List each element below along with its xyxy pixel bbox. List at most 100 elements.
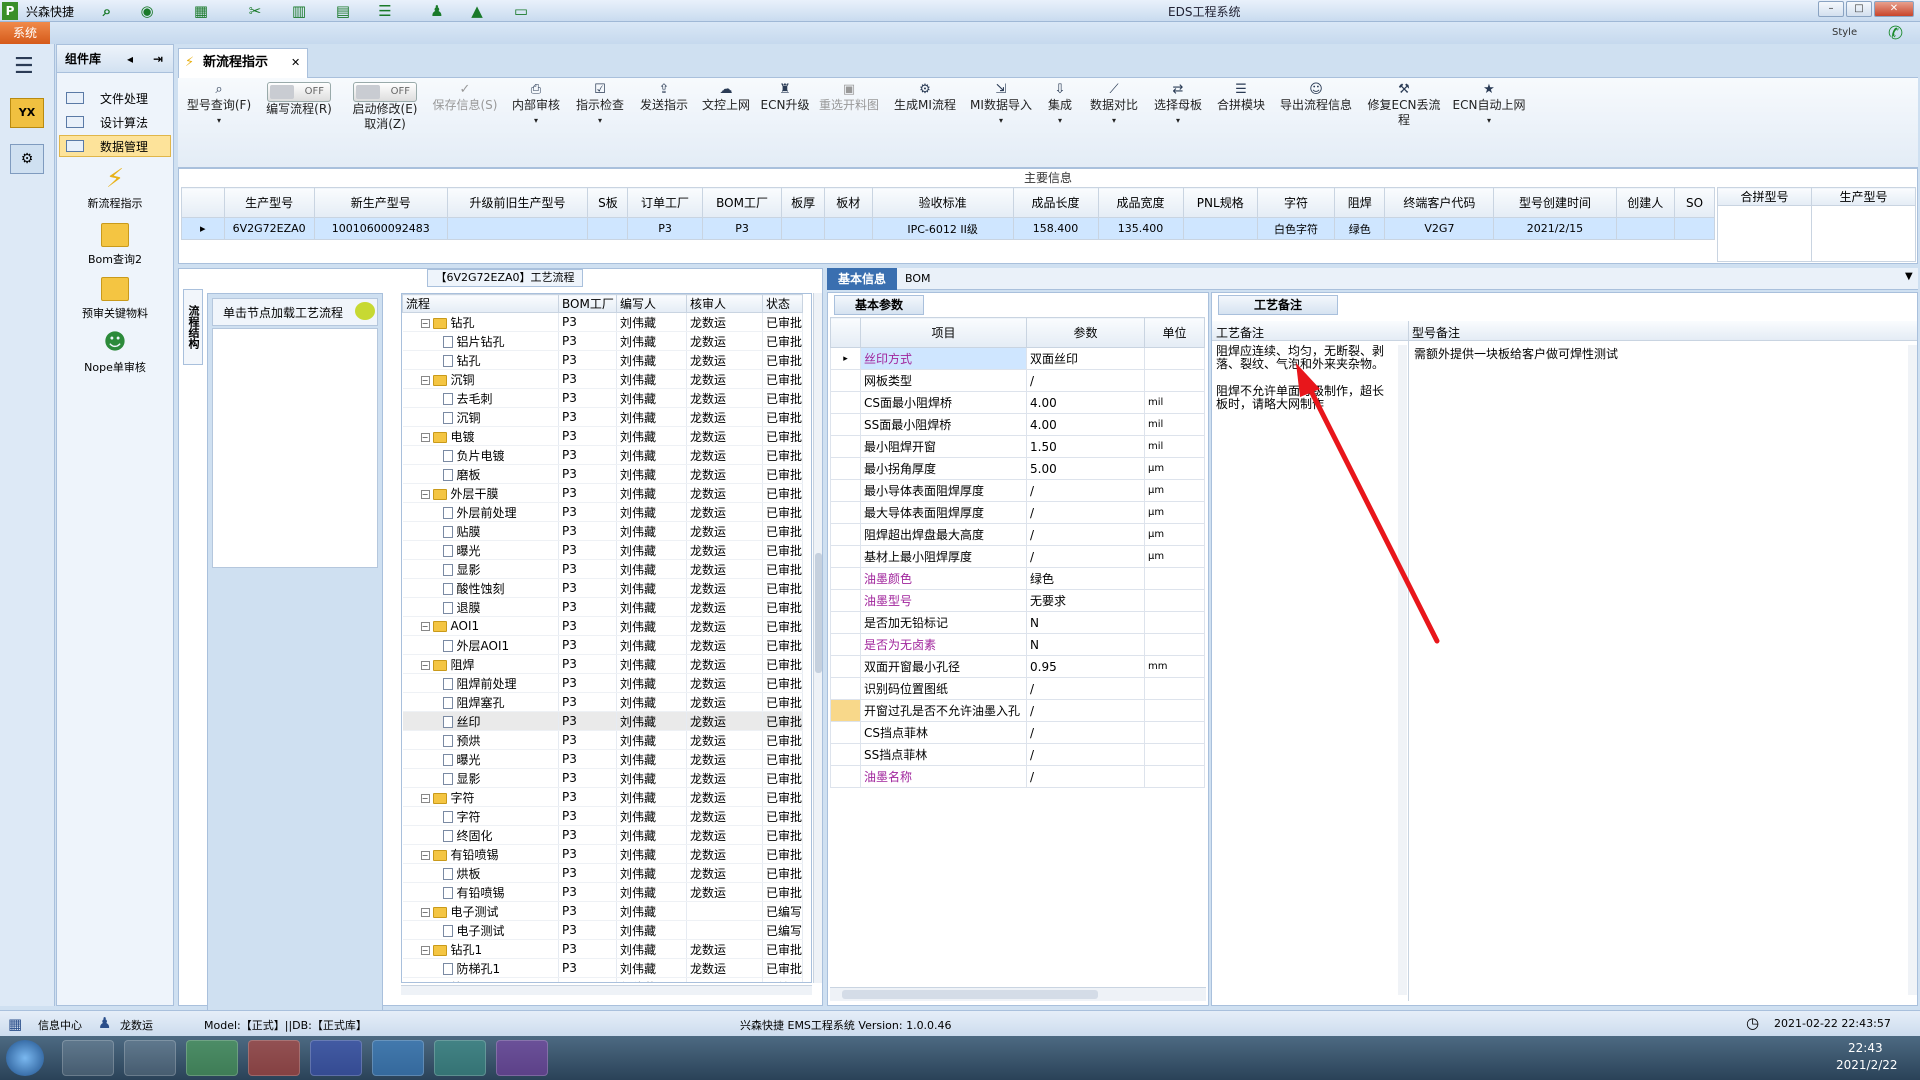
flow-tree-row[interactable]: 阻焊塞孔 P3 刘伟藏 龙数运 已审批 bbox=[402, 692, 803, 712]
flow-tree-row[interactable]: − 电子测试 P3 刘伟藏 已编写 bbox=[402, 901, 803, 921]
param-value[interactable]: / bbox=[1026, 721, 1145, 744]
reviewer-cell[interactable]: 龙数运 bbox=[686, 825, 763, 845]
bom-factory-cell[interactable]: P3 bbox=[558, 787, 617, 807]
bom-factory-cell[interactable]: P3 bbox=[558, 483, 617, 503]
param-value[interactable]: / bbox=[1026, 677, 1145, 700]
flow-tree-row[interactable]: 电子测试 P3 刘伟藏 已编写 bbox=[402, 920, 803, 940]
status-cell[interactable]: 已审批 bbox=[762, 502, 803, 522]
ecn-auto-online-button[interactable]: ★ ECN自动上网 ▾ bbox=[1450, 82, 1528, 128]
flow-name-cell[interactable]: 曝光 bbox=[402, 749, 559, 769]
save-info-button[interactable]: ✓ 保存信息(S) bbox=[430, 82, 500, 113]
status-cell[interactable]: 已审批 bbox=[762, 350, 803, 370]
param-row[interactable]: 网板类型 / bbox=[830, 369, 1205, 392]
status-cell[interactable]: 已审批 bbox=[762, 730, 803, 750]
param-value[interactable]: / bbox=[1026, 699, 1145, 722]
taskbar-x-app-icon[interactable] bbox=[496, 1040, 548, 1076]
flow-tree-row[interactable]: 阻焊前处理 P3 刘伟藏 龙数运 已审批 bbox=[402, 673, 803, 693]
param-row[interactable]: 最小阻焊开窗 1.50 mil bbox=[830, 435, 1205, 458]
user-icon[interactable]: ♟ bbox=[428, 2, 446, 20]
status-cell[interactable]: 已编写 bbox=[762, 920, 803, 940]
start-button-icon[interactable] bbox=[6, 1040, 44, 1076]
bom-factory-cell[interactable]: P3 bbox=[558, 312, 617, 332]
flow-name-cell[interactable]: 防梯孔1 bbox=[402, 958, 559, 978]
writer-cell[interactable]: 刘伟藏 bbox=[616, 825, 687, 845]
flow-tree-row[interactable]: − 外层干膜 P3 刘伟藏 龙数运 已审批 bbox=[402, 483, 803, 503]
param-row[interactable]: 最大导体表面阻焊厚度 / μm bbox=[830, 501, 1205, 524]
reviewer-cell[interactable]: 龙数运 bbox=[686, 939, 763, 959]
search-icon[interactable]: ⌕ bbox=[98, 2, 116, 20]
param-value[interactable]: N bbox=[1026, 633, 1145, 656]
param-row[interactable]: 油墨颜色 绿色 bbox=[830, 567, 1205, 590]
param-row[interactable]: 阻焊超出焊盘最大高度 / μm bbox=[830, 523, 1205, 546]
collapse-icon[interactable]: − bbox=[420, 793, 430, 803]
writer-cell[interactable]: 刘伟藏 bbox=[616, 787, 687, 807]
status-cell[interactable]: 已审批 bbox=[762, 863, 803, 883]
writer-cell[interactable]: 刘伟藏 bbox=[616, 730, 687, 750]
bom-factory-cell[interactable]: P3 bbox=[558, 616, 617, 636]
flow-tree-row[interactable]: 终固化 P3 刘伟藏 龙数运 已审批 bbox=[402, 825, 803, 845]
table-cell[interactable]: 绿色 bbox=[1333, 217, 1386, 240]
taskbar-g-app-icon[interactable] bbox=[248, 1040, 300, 1076]
param-row[interactable]: 基材上最小阻焊厚度 / μm bbox=[830, 545, 1205, 568]
table-cell[interactable] bbox=[1674, 217, 1715, 240]
taskbar-p-app-icon[interactable] bbox=[186, 1040, 238, 1076]
param-row[interactable]: CS挡点菲林 / bbox=[830, 721, 1205, 744]
bom-factory-cell[interactable]: P3 bbox=[558, 768, 617, 788]
reviewer-cell[interactable]: 龙数运 bbox=[686, 597, 763, 617]
status-cell[interactable]: 已审批 bbox=[762, 711, 803, 731]
minimize-button[interactable]: – bbox=[1818, 1, 1844, 17]
taskbar-eye-icon[interactable] bbox=[434, 1040, 486, 1076]
writer-cell[interactable]: 刘伟藏 bbox=[616, 654, 687, 674]
flow-name-cell[interactable]: 有铅喷锡 bbox=[402, 882, 559, 902]
reviewer-cell[interactable]: 龙数运 bbox=[686, 749, 763, 769]
column-header[interactable]: 板材 bbox=[823, 187, 873, 218]
status-cell[interactable]: 已审批 bbox=[762, 540, 803, 560]
send-instruction-button[interactable]: ⇪ 发送指示 bbox=[636, 82, 692, 113]
column-header[interactable]: 型号创建时间 bbox=[1493, 187, 1617, 218]
writer-cell[interactable]: 刘伟藏 bbox=[616, 426, 687, 446]
param-value[interactable]: 4.00 bbox=[1026, 413, 1145, 436]
writer-cell[interactable]: 刘伟藏 bbox=[616, 920, 687, 940]
scissors-icon[interactable]: ✂ bbox=[246, 2, 264, 20]
bom-factory-cell[interactable]: P3 bbox=[558, 369, 617, 389]
table-row[interactable]: ▸ 6V2G72EZA0 10010600092483 P3 P3 IPC-60… bbox=[181, 217, 1715, 240]
bom-factory-cell[interactable]: P3 bbox=[558, 350, 617, 370]
flow-name-cell[interactable]: − 字符 bbox=[402, 787, 559, 807]
flow-name-cell[interactable]: − 电子测试 bbox=[402, 901, 559, 921]
param-value[interactable]: / bbox=[1026, 369, 1145, 392]
reviewer-cell[interactable]: 龙数运 bbox=[686, 521, 763, 541]
reviewer-cell[interactable]: 龙数运 bbox=[686, 692, 763, 712]
tab-flow-structure[interactable]: 流程结构 bbox=[183, 289, 203, 365]
globe-icon[interactable]: ◉ bbox=[138, 2, 156, 20]
status-cell[interactable]: 已审批 bbox=[762, 806, 803, 826]
writer-cell[interactable]: 刘伟藏 bbox=[616, 445, 687, 465]
flow-tree-row[interactable]: − 钻孔1 P3 刘伟藏 龙数运 已审批 bbox=[402, 939, 803, 959]
column-header[interactable]: 流程 bbox=[402, 294, 559, 313]
column-header[interactable]: 成品宽度 bbox=[1097, 187, 1184, 218]
flow-tree-row[interactable]: 酸性蚀刻 P3 刘伟藏 龙数运 已审批 bbox=[402, 578, 803, 598]
table-cell[interactable]: P3 bbox=[627, 217, 703, 240]
flow-tree-row[interactable]: 显影 P3 刘伟藏 龙数运 已审批 bbox=[402, 768, 803, 788]
flow-name-cell[interactable]: − 有铅喷锡 bbox=[402, 844, 559, 864]
reviewer-cell[interactable]: 龙数运 bbox=[686, 483, 763, 503]
status-cell[interactable]: 已审批 bbox=[762, 939, 803, 959]
flow-name-cell[interactable]: 丝印 bbox=[402, 711, 559, 731]
column-header[interactable]: 单位 bbox=[1144, 317, 1205, 348]
flow-tree-row[interactable]: 有铅喷锡 P3 刘伟藏 龙数运 已审批 bbox=[402, 882, 803, 902]
table-cell[interactable]: 135.400 bbox=[1097, 217, 1184, 240]
collapse-icon[interactable]: − bbox=[420, 850, 430, 860]
repair-ecn-flow-button[interactable]: ⚒ 修复ECN丢流程 bbox=[1362, 82, 1446, 128]
writer-cell[interactable]: 刘伟藏 bbox=[616, 388, 687, 408]
column-header[interactable]: BOM工厂 bbox=[701, 187, 783, 218]
param-row[interactable]: 油墨型号 无要求 bbox=[830, 589, 1205, 612]
cancel-label[interactable]: 取消(Z) bbox=[348, 117, 422, 132]
status-cell[interactable]: 已审批 bbox=[762, 407, 803, 427]
writer-cell[interactable]: 刘伟藏 bbox=[616, 673, 687, 693]
collapse-icon[interactable]: − bbox=[420, 489, 430, 499]
bom-factory-cell[interactable]: P3 bbox=[558, 559, 617, 579]
column-header[interactable]: 新生产型号 bbox=[313, 187, 448, 218]
writer-cell[interactable]: 刘伟藏 bbox=[616, 958, 687, 978]
flow-tree-row[interactable]: 去毛刺 P3 刘伟藏 龙数运 已审批 bbox=[402, 388, 803, 408]
param-value[interactable]: 4.00 bbox=[1026, 391, 1145, 414]
writer-cell[interactable]: 刘伟藏 bbox=[616, 540, 687, 560]
